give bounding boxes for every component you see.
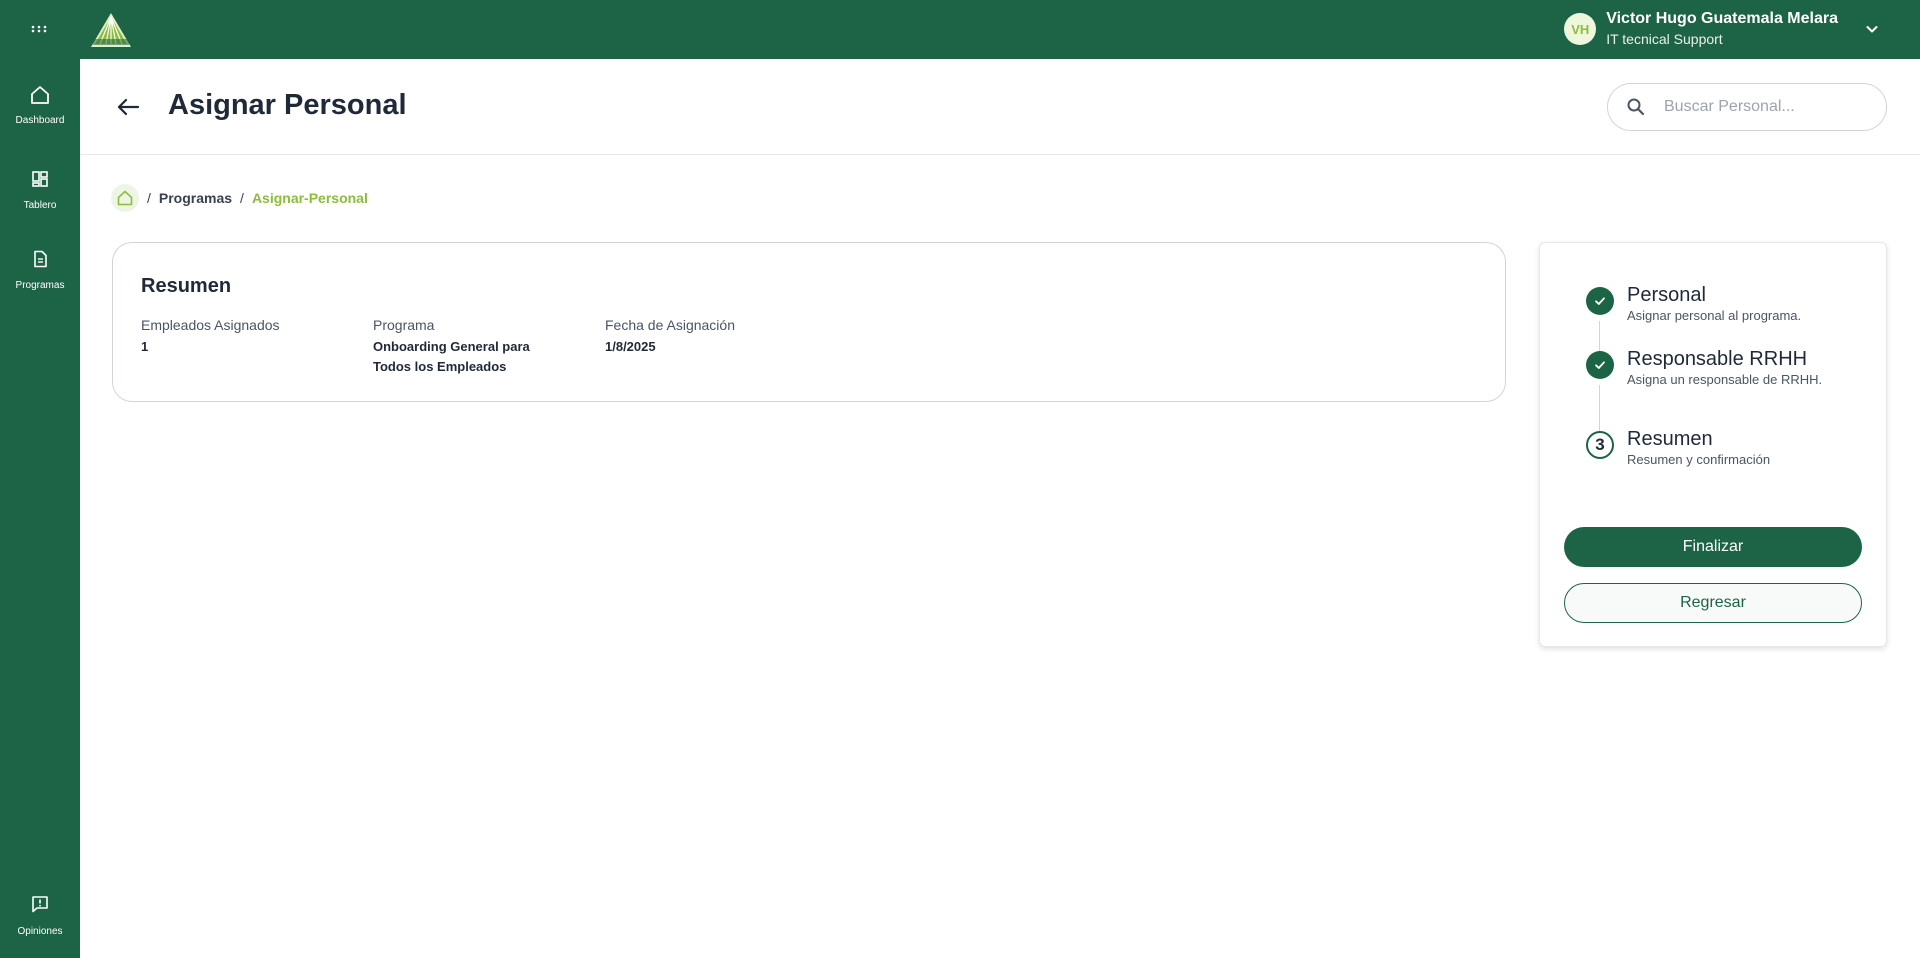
chevron-down-icon[interactable] xyxy=(1864,21,1880,37)
sidebar-item-dashboard[interactable]: Dashboard xyxy=(0,84,80,126)
step-title: Personal xyxy=(1627,284,1706,306)
field-empleados-asignados: Empleados Asignados 1 xyxy=(141,316,331,357)
check-icon xyxy=(1586,351,1614,379)
field-value: Onboarding General para Todos los Emplea… xyxy=(373,339,530,374)
step-description: Asignar personal al programa. xyxy=(1627,308,1802,323)
step-description: Asigna un responsable de RRHH. xyxy=(1627,372,1823,387)
search-icon xyxy=(1627,98,1645,116)
arrow-left-icon[interactable] xyxy=(114,93,142,121)
breadcrumb: / Programas / Asignar-Personal xyxy=(111,184,368,212)
step-description: Resumen y confirmación xyxy=(1627,452,1771,467)
sidebar-item-label: Dashboard xyxy=(15,115,65,126)
document-icon xyxy=(34,250,47,268)
user-name: Victor Hugo Guatemala Melara xyxy=(1606,10,1838,27)
step-title: Responsable RRHH xyxy=(1627,348,1808,370)
finalizar-button[interactable]: Finalizar xyxy=(1564,527,1862,567)
field-label: Empleados Asignados xyxy=(141,317,280,333)
user-role: IT tecnical Support xyxy=(1606,31,1723,47)
user-menu[interactable]: VH Victor Hugo Guatemala Melara IT tecni… xyxy=(1564,8,1880,50)
search-input[interactable] xyxy=(1664,98,1864,116)
sidebar-item-programas[interactable]: Programas xyxy=(0,250,80,291)
breadcrumb-current: Asignar-Personal xyxy=(251,190,368,206)
board-icon xyxy=(32,171,48,187)
sidebar: Dashboard Tablero Programas Opiniones xyxy=(0,59,80,958)
breadcrumb-home[interactable] xyxy=(111,184,139,212)
feedback-icon xyxy=(32,896,48,913)
field-fecha-asignacion: Fecha de Asignación 1/8/2025 xyxy=(605,316,795,357)
sidebar-item-tablero[interactable]: Tablero xyxy=(0,170,80,211)
field-label: Programa xyxy=(373,317,435,333)
step-connector xyxy=(1599,385,1600,437)
step-number: 3 xyxy=(1586,431,1614,459)
avatar: VH xyxy=(1564,13,1597,45)
page-title: Asignar Personal xyxy=(168,89,407,121)
top-bar: VH Victor Hugo Guatemala Melara IT tecni… xyxy=(0,0,1920,59)
page-header: Asignar Personal xyxy=(80,59,1920,155)
grid-dots-icon[interactable] xyxy=(26,17,52,41)
summary-card: Resumen Empleados Asignados 1 Programa O… xyxy=(112,242,1506,402)
field-value: 1/8/2025 xyxy=(605,339,656,354)
home-icon xyxy=(117,190,133,206)
sidebar-item-label: Tablero xyxy=(23,200,57,211)
step-title: Resumen xyxy=(1627,428,1713,450)
breadcrumb-programas[interactable]: Programas xyxy=(159,190,232,206)
field-value: 1 xyxy=(141,339,149,354)
breadcrumb-separator: / xyxy=(147,190,151,206)
field-programa: Programa Onboarding General para Todos l… xyxy=(373,316,563,377)
sidebar-item-label: Opiniones xyxy=(17,926,63,937)
aseinfo-logo[interactable] xyxy=(90,12,132,48)
sidebar-item-label: Programas xyxy=(15,280,65,291)
home-icon xyxy=(31,86,49,104)
check-icon xyxy=(1586,287,1614,315)
field-label: Fecha de Asignación xyxy=(605,317,735,333)
breadcrumb-separator: / xyxy=(240,190,244,206)
search-box[interactable] xyxy=(1607,83,1887,131)
regresar-button[interactable]: Regresar xyxy=(1564,583,1862,623)
stepper-card: Personal Asignar personal al programa. R… xyxy=(1539,242,1887,647)
summary-title: Resumen xyxy=(141,275,232,297)
sidebar-item-opiniones[interactable]: Opiniones xyxy=(0,895,80,937)
